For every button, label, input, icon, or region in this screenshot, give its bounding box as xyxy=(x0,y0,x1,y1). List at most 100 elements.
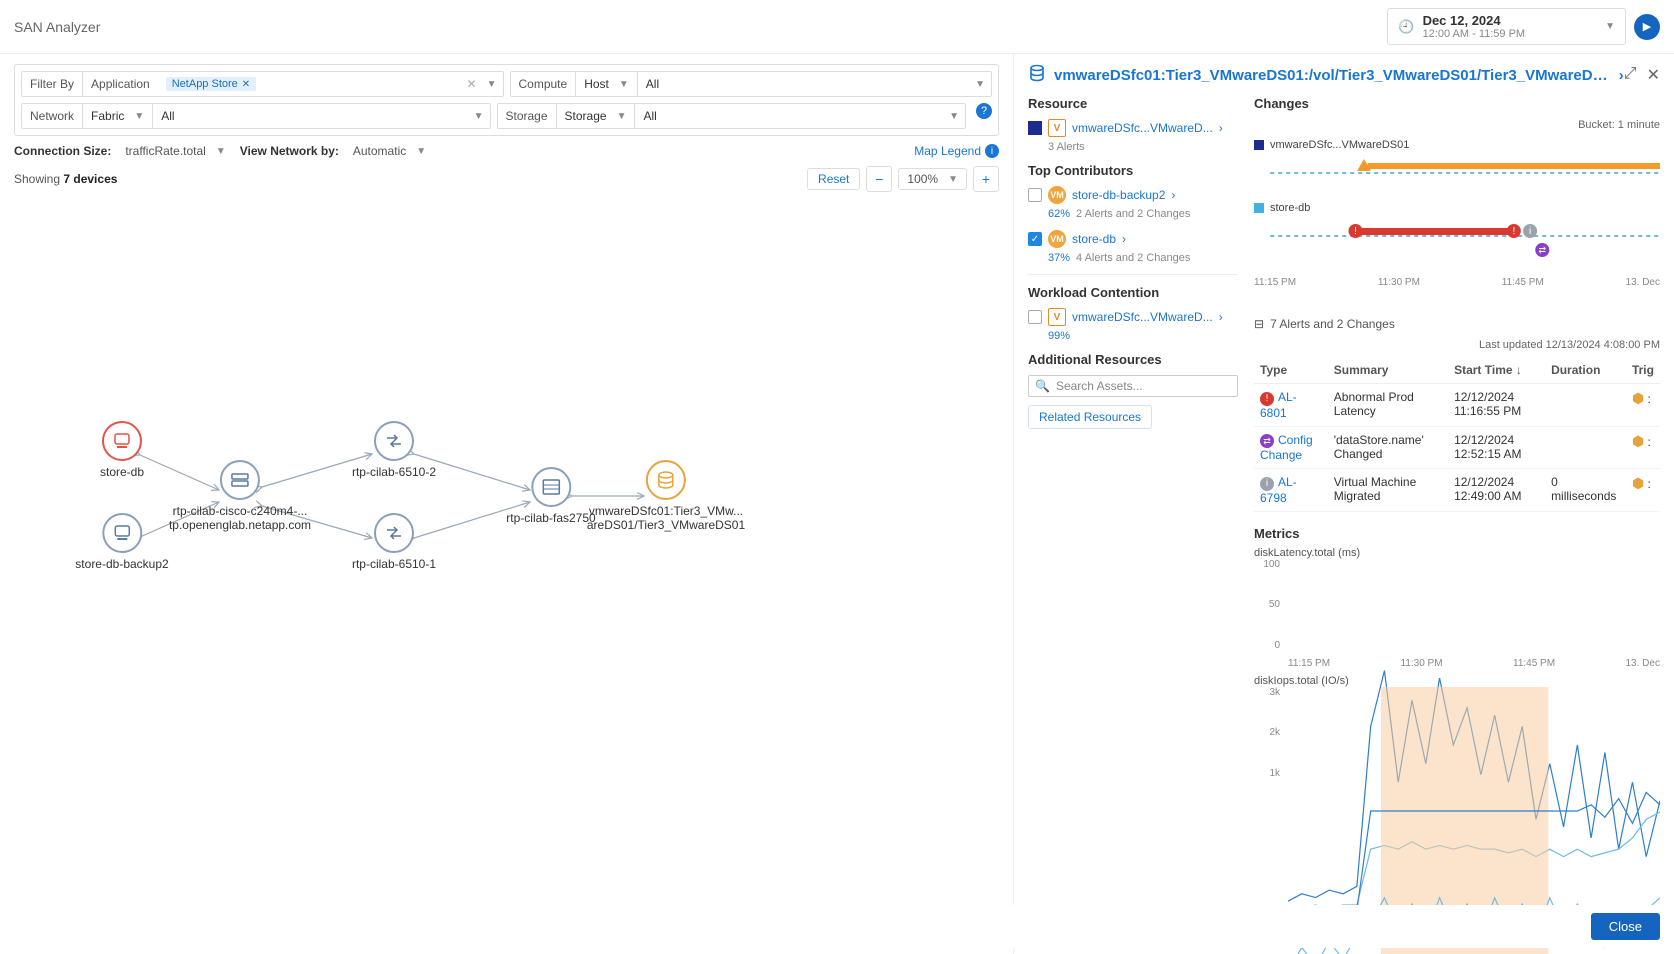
v-badge-icon: V xyxy=(1048,119,1066,137)
node-cisco-host[interactable]: rtp-cilab-cisco-c240m4-... tp.openenglab… xyxy=(169,460,311,532)
help-icon[interactable]: ? xyxy=(976,103,992,119)
checkbox-checked[interactable]: ✓ xyxy=(1028,232,1042,246)
checkbox[interactable] xyxy=(1028,188,1042,202)
connection-size-select[interactable]: trafficRate.total▼ xyxy=(125,144,225,158)
vm-icon xyxy=(102,421,142,461)
chevron-right-icon: › xyxy=(1122,232,1126,246)
chart-disk-latency: 100500 11:15 PM11:30 PM11:45 PM13. Dec xyxy=(1254,559,1660,669)
filter-by-label: Filter By xyxy=(22,72,83,96)
chevron-right-icon: › xyxy=(1219,310,1223,324)
node-datastore[interactable]: vmwareDSfc01:Tier3_VMw... areDS01/Tier3_… xyxy=(587,460,745,532)
node-fas[interactable]: rtp-cilab-fas2750 xyxy=(506,467,595,525)
expand-icon[interactable]: ⤢ xyxy=(1624,65,1637,85)
chevron-right-icon: › xyxy=(1219,121,1223,135)
filter-compute-type[interactable]: Host▼ xyxy=(576,72,637,96)
node-switch-1[interactable]: rtp-cilab-6510-1 xyxy=(352,513,436,571)
chart-disk-iops: 3k2k1k xyxy=(1254,687,1660,797)
chip-remove-icon[interactable]: ✕ xyxy=(242,79,250,90)
date-sub: 12:00 AM - 11:59 PM xyxy=(1423,28,1526,40)
showing-count: Showing 7 devices xyxy=(14,172,117,186)
table-row[interactable]: ⇄Config Change'dataStore.name' Changed12… xyxy=(1254,426,1660,469)
svg-text:!: ! xyxy=(1354,226,1357,237)
chevron-down-icon: ▼ xyxy=(975,79,991,90)
vm-icon xyxy=(102,513,142,553)
view-network-select[interactable]: Automatic▼ xyxy=(353,144,426,158)
storage-icon xyxy=(531,467,571,507)
filter-network-type[interactable]: Fabric▼ xyxy=(83,104,152,128)
clock-icon: 🕘 xyxy=(1398,19,1414,35)
col-type[interactable]: Type xyxy=(1254,357,1328,384)
contributor-item-2[interactable]: ✓ VM store-db › xyxy=(1028,230,1238,248)
page-title: SAN Analyzer xyxy=(14,19,100,35)
filter-compute-label: Compute xyxy=(511,72,577,96)
resource-item[interactable]: V vmwareDSfc...VMwareD... › xyxy=(1028,119,1238,137)
filter-storage-label: Storage xyxy=(498,104,557,128)
filter-network-label: Network xyxy=(22,104,83,128)
col-trig[interactable]: Trig xyxy=(1626,357,1660,384)
table-row[interactable]: iAL-6798Virtual Machine Migrated12/12/20… xyxy=(1254,469,1660,512)
additional-resources-heading: Additional Resources xyxy=(1028,352,1238,367)
last-updated: Last updated 12/13/2024 4:08:00 PM xyxy=(1254,339,1660,351)
bucket-label: Bucket: 1 minute xyxy=(1254,119,1660,131)
svg-text:!: ! xyxy=(1512,226,1515,237)
timeline-series-1 xyxy=(1254,155,1660,183)
table-row[interactable]: !AL-6801Abnormal Prod Latency12/12/2024 … xyxy=(1254,384,1660,427)
contributor-item-1[interactable]: VM store-db-backup2 › xyxy=(1028,186,1238,204)
view-network-label: View Network by: xyxy=(240,144,339,158)
topology-canvas[interactable]: store-db store-db-backup2 rtp-cilab-cisc… xyxy=(14,212,999,772)
chevron-right-icon: › xyxy=(1171,188,1175,202)
col-duration[interactable]: Duration xyxy=(1545,357,1626,384)
filter-compute-value[interactable]: All xyxy=(637,72,971,96)
zoom-select[interactable]: 100%▼ xyxy=(898,168,967,190)
resource-heading: Resource xyxy=(1028,96,1238,111)
chart-1-title: diskLatency.total (ms) xyxy=(1254,547,1660,559)
close-button[interactable]: Close xyxy=(1591,913,1660,940)
map-legend-link[interactable]: Map Legendi xyxy=(914,144,999,158)
search-icon: 🔍 xyxy=(1035,379,1050,393)
search-assets-input[interactable]: 🔍 Search Assets... xyxy=(1028,375,1238,397)
node-store-db[interactable]: store-db xyxy=(100,421,144,479)
filter-storage-type[interactable]: Storage▼ xyxy=(557,104,635,128)
node-switch-2[interactable]: rtp-cilab-6510-2 xyxy=(352,421,436,479)
filter-storage-value[interactable]: All xyxy=(634,104,945,128)
checkbox[interactable] xyxy=(1028,310,1042,324)
contributor-1-sub: 62%2 Alerts and 2 Changes xyxy=(1048,208,1238,220)
zoom-out-button[interactable]: − xyxy=(866,166,892,192)
switch-icon xyxy=(374,513,414,553)
changes-heading: Changes xyxy=(1254,96,1660,111)
col-start[interactable]: Start Time ↓ xyxy=(1448,357,1545,384)
svg-text:⇄: ⇄ xyxy=(1538,245,1546,255)
node-store-db-backup2[interactable]: store-db-backup2 xyxy=(75,513,168,571)
clear-icon[interactable]: ✕ xyxy=(461,77,483,91)
panel-title[interactable]: vmwareDSfc01:Tier3_VMwareDS01:/vol/Tier3… xyxy=(1028,64,1624,86)
filter-network-value[interactable]: All xyxy=(152,104,469,128)
reset-button[interactable]: Reset xyxy=(807,168,860,190)
timeline-series-2: ! ! i ⇄ xyxy=(1254,218,1660,258)
chevron-down-icon: ▼ xyxy=(474,111,490,122)
filter-application-label: Application xyxy=(83,72,158,96)
database-icon xyxy=(646,460,686,500)
filter-application-select[interactable]: NetApp Store✕ xyxy=(158,72,461,96)
related-resources-button[interactable]: Related Resources xyxy=(1028,405,1152,429)
connection-size-label: Connection Size: xyxy=(14,144,111,158)
database-icon xyxy=(1028,64,1046,86)
close-icon[interactable]: ✕ xyxy=(1647,65,1660,85)
color-swatch xyxy=(1028,121,1042,135)
vm-badge-icon: VM xyxy=(1048,186,1066,204)
date-range-picker[interactable]: 🕘 Dec 12, 2024 12:00 AM - 11:59 PM ▼ xyxy=(1387,8,1626,45)
contributor-2-sub: 37%4 Alerts and 2 Changes xyxy=(1048,252,1238,264)
switch-icon xyxy=(374,421,414,461)
changes-timeline: vmwareDSfc...VMwareDS01 store-db ! ! i ⇄ xyxy=(1254,139,1660,309)
resource-alert-count: 3 Alerts xyxy=(1048,141,1238,153)
filter-bar: Filter By Application NetApp Store✕ ✕ ▼ … xyxy=(14,64,999,136)
info-icon: i xyxy=(985,144,999,158)
collapse-icon[interactable]: ⊟ xyxy=(1254,317,1264,331)
alerts-summary[interactable]: ⊟7 Alerts and 2 Changes xyxy=(1254,317,1660,331)
chevron-down-icon: ▼ xyxy=(949,111,965,122)
filter-chip-netapp-store[interactable]: NetApp Store✕ xyxy=(166,77,256,91)
play-button[interactable]: ▶ xyxy=(1634,14,1660,40)
top-contributors-heading: Top Contributors xyxy=(1028,163,1238,178)
col-summary[interactable]: Summary xyxy=(1328,357,1448,384)
zoom-in-button[interactable]: + xyxy=(973,166,999,192)
workload-contention-item[interactable]: V vmwareDSfc...VMwareD... › xyxy=(1028,308,1238,326)
